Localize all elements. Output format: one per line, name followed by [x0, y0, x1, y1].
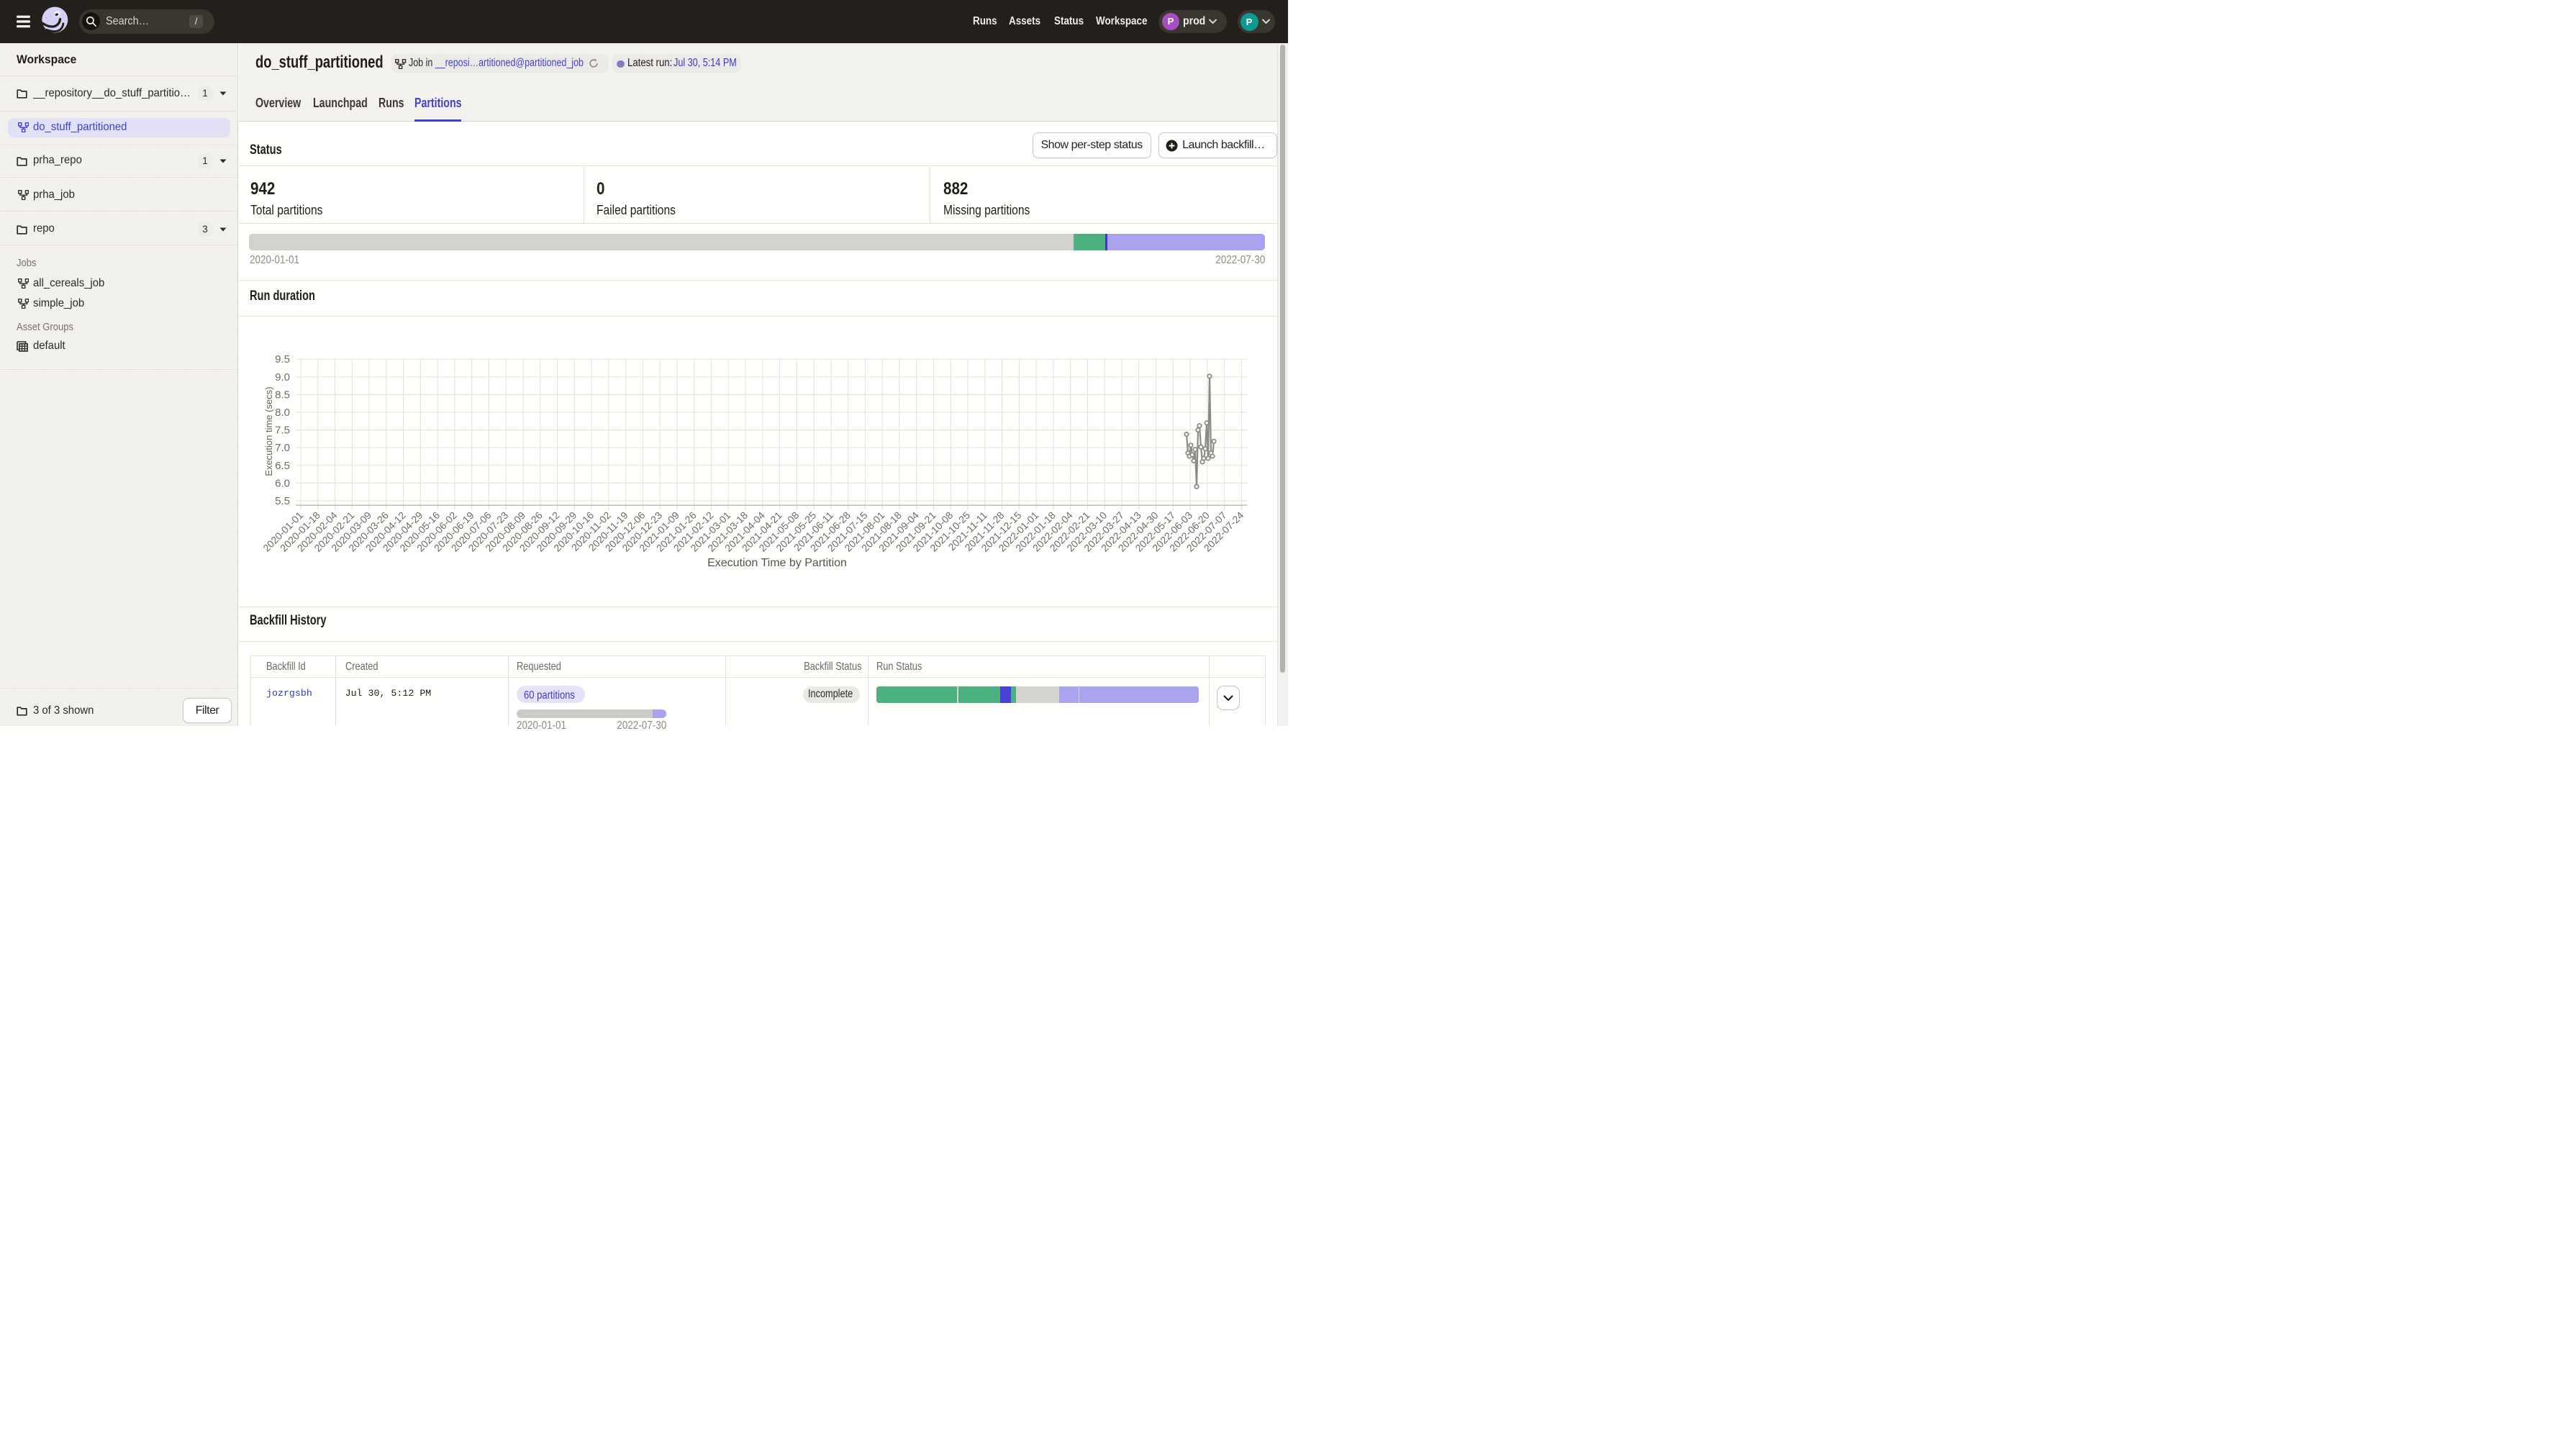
svg-text:9.5: 9.5	[275, 353, 290, 366]
svg-text:7.0: 7.0	[275, 442, 290, 454]
svg-text:6.0: 6.0	[275, 477, 290, 489]
svg-text:Execution time (secs): Execution time (secs)	[263, 386, 274, 476]
svg-text:7.5: 7.5	[275, 425, 290, 437]
svg-text:8.0: 8.0	[275, 407, 290, 419]
svg-text:9.0: 9.0	[275, 371, 290, 384]
svg-text:5.5: 5.5	[275, 495, 290, 507]
svg-text:6.5: 6.5	[275, 460, 290, 472]
svg-text:8.5: 8.5	[275, 389, 290, 401]
svg-text:Execution Time by Partition: Execution Time by Partition	[707, 557, 847, 569]
